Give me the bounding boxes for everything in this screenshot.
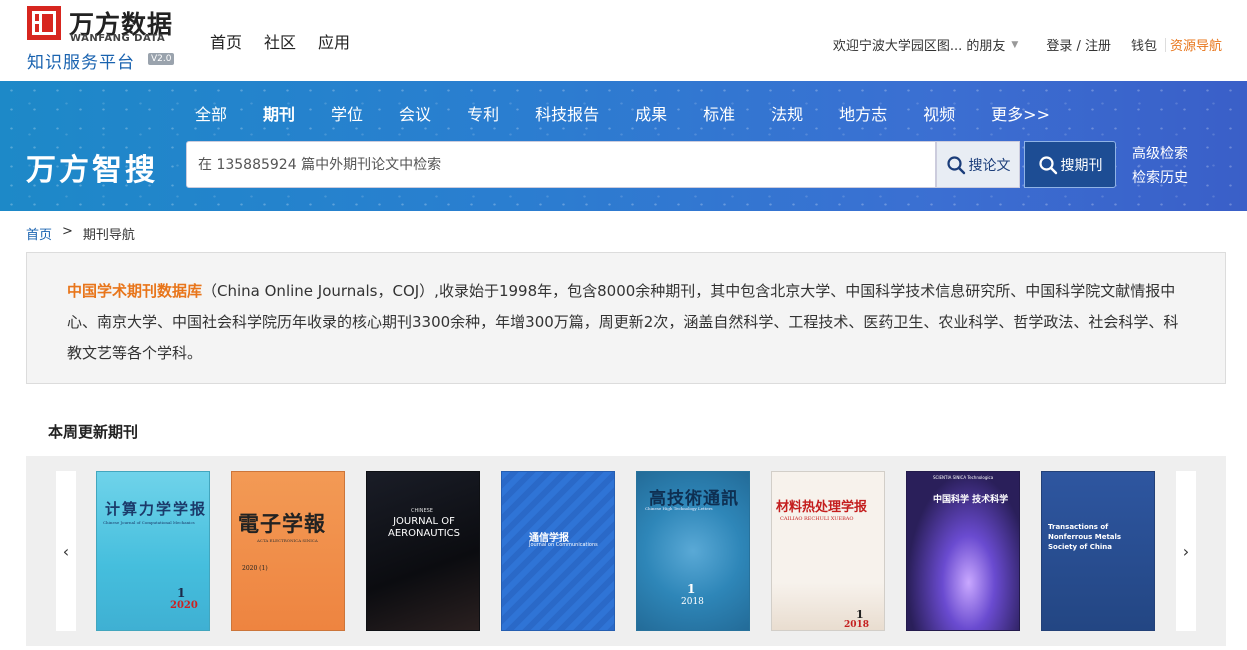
chevron-left-icon: ‹ (62, 541, 70, 561)
cover-title: 计算力学学报 (105, 500, 208, 518)
login-register-link[interactable]: 登录 / 注册 (1046, 35, 1111, 54)
category-all[interactable]: 全部 (195, 101, 227, 125)
cover-year: 2020 (170, 600, 198, 611)
top-bar: 万方数据 WANFANG DATA 知识服务平台 V2.0 首页 社区 应用 欢… (0, 0, 1247, 81)
journal-cover[interactable]: 高技術通訊 Chinese High Technology Letters 1 … (636, 471, 750, 631)
search-icon (946, 155, 965, 174)
chevron-right-icon: › (1182, 541, 1190, 561)
breadcrumb-separator: > (62, 224, 73, 239)
category-local-chronicle[interactable]: 地方志 (839, 101, 887, 125)
cover-subtitle: Chinese High Technology Letters (645, 506, 713, 511)
search-banner: 全部 期刊 学位 会议 专利 科技报告 成果 标准 法规 地方志 视频 更多>>… (0, 81, 1247, 211)
cover-artwork (502, 472, 614, 630)
user-bar: 欢迎宁波大学园区图... 的朋友 ▼ 登录 / 注册 钱包 资源导航 (833, 35, 1222, 54)
cover-year: 2018 (844, 620, 870, 630)
journal-cover[interactable]: 通信学报 Journal on Communications (501, 471, 615, 631)
cover-title: 中国科学 技术科学 (933, 495, 1009, 505)
journal-carousel: ‹ › 计算力学学报 Chinese Journal of Computatio… (26, 456, 1226, 646)
cover-title: JOURNAL OF AERONAUTICS (387, 516, 460, 539)
journal-cover[interactable]: 材料热处理学报 CAILIAO RECHULI XUEBAO 1 2018 (771, 471, 885, 631)
journal-cover[interactable]: Transactions of Nonferrous Metals Societ… (1041, 471, 1155, 631)
weekly-updates-title: 本周更新期刊 (48, 423, 139, 441)
search-history-link[interactable]: 检索历史 (1132, 167, 1188, 187)
carousel-prev-button[interactable]: ‹ (56, 471, 76, 631)
category-patent[interactable]: 专利 (467, 101, 499, 125)
journal-cover[interactable]: 電子学報 ACTA ELECTRONICA SINICA 2020 (1) (231, 471, 345, 631)
wallet-link[interactable]: 钱包 (1131, 35, 1157, 54)
breadcrumb: 首页 > 期刊导航 (26, 224, 135, 243)
search-paper-button[interactable]: 搜论文 (936, 141, 1020, 188)
category-law[interactable]: 法规 (771, 101, 803, 125)
nav-community[interactable]: 社区 (264, 29, 296, 53)
intro-highlight[interactable]: 中国学术期刊数据库 (67, 282, 202, 300)
journal-cover[interactable]: CHINESE JOURNAL OF AERONAUTICS (366, 471, 480, 631)
divider (1164, 37, 1166, 52)
logo-subtitle: 知识服务平台 (27, 53, 135, 73)
category-more[interactable]: 更多>> (991, 101, 1050, 125)
cover-artwork (232, 472, 344, 630)
search-journal-button[interactable]: 搜期刊 (1024, 141, 1116, 188)
category-degree[interactable]: 学位 (331, 101, 363, 125)
cover-subtitle: CAILIAO RECHULI XUEBAO (780, 516, 854, 522)
journal-cover[interactable]: 计算力学学报 Chinese Journal of Computational … (96, 471, 210, 631)
cover-issue: 1 (687, 582, 696, 596)
intro-text: （China Online Journals，COJ）,收录始于1998年，包含… (67, 282, 1179, 362)
cover-year: 2018 (681, 597, 704, 607)
cover-subtitle: ACTA ELECTRONICA SINICA (257, 538, 318, 543)
cover-issue: 2020 (1) (242, 565, 268, 572)
category-conference[interactable]: 会议 (399, 101, 431, 125)
search-box (186, 141, 936, 188)
logo-mark-icon (27, 6, 61, 40)
chevron-down-icon[interactable]: ▼ (1011, 40, 1018, 50)
wanfang-logo[interactable]: 万方数据 WANFANG DATA 知识服务平台 V2.0 (27, 6, 187, 74)
cover-subtitle: Journal on Communications (529, 542, 598, 548)
cover-title: 電子学報 (238, 511, 326, 536)
nav-apps[interactable]: 应用 (318, 29, 350, 53)
cover-subtitle: Chinese Journal of Computational Mechani… (103, 520, 195, 525)
main-nav: 首页 社区 应用 (210, 29, 350, 53)
category-standard[interactable]: 标准 (703, 101, 735, 125)
search-input[interactable] (187, 142, 935, 187)
cover-subtitle: CHINESE (411, 508, 433, 514)
search-icon (1038, 155, 1057, 174)
cover-artwork (367, 472, 479, 630)
category-video[interactable]: 视频 (923, 101, 955, 125)
nav-home[interactable]: 首页 (210, 29, 242, 53)
version-badge: V2.0 (148, 53, 175, 65)
carousel-next-button[interactable]: › (1176, 471, 1196, 631)
cover-title: 材料热处理学报 (776, 500, 868, 515)
advanced-search-link[interactable]: 高级检索 (1132, 143, 1188, 163)
cover-issue: 1 (177, 586, 186, 600)
breadcrumb-current: 期刊导航 (82, 228, 135, 243)
database-intro: 中国学术期刊数据库（China Online Journals，COJ）,收录始… (26, 252, 1226, 384)
search-categories: 全部 期刊 学位 会议 专利 科技报告 成果 标准 法规 地方志 视频 更多>> (195, 101, 1086, 125)
cover-subtitle: SCIENTIA SINICA Technologica (933, 475, 994, 480)
logo-english: WANFANG DATA (70, 33, 166, 44)
resource-nav-link[interactable]: 资源导航 (1170, 35, 1222, 54)
search-paper-label: 搜论文 (968, 157, 1011, 174)
brand-title: 万方智搜 (26, 153, 158, 188)
cover-title: Transactions of Nonferrous Metals Societ… (1048, 523, 1122, 551)
search-journal-label: 搜期刊 (1060, 157, 1103, 174)
category-tech-report[interactable]: 科技报告 (535, 101, 599, 125)
journal-cover[interactable]: SCIENTIA SINICA Technologica 中国科学 技术科学 (906, 471, 1020, 631)
breadcrumb-home[interactable]: 首页 (26, 224, 52, 243)
category-journal[interactable]: 期刊 (263, 101, 295, 125)
welcome-text[interactable]: 欢迎宁波大学园区图... 的朋友 (833, 35, 1006, 54)
category-achievement[interactable]: 成果 (635, 101, 667, 125)
